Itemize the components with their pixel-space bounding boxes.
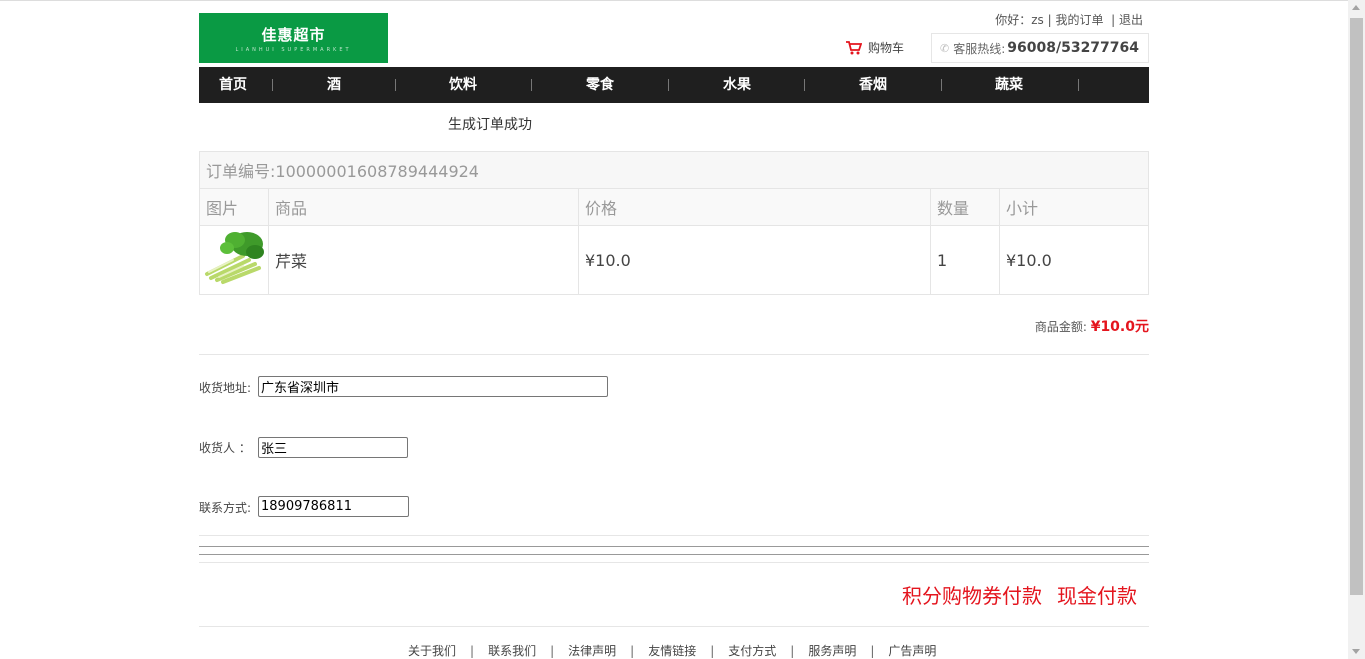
top-border xyxy=(0,0,1365,3)
footer-separator: | xyxy=(790,644,795,658)
nav-separator xyxy=(395,79,396,91)
nav-item-snacks[interactable]: 零食 xyxy=(586,67,614,103)
footer-separator: | xyxy=(710,644,715,658)
nav-item-home[interactable]: 首页 xyxy=(219,67,247,103)
footer-links: 关于我们 | 联系我们 | 法律声明 | 友情链接 | 支付方式 | 服务声明 | 广告声明 xyxy=(408,642,936,659)
username-link[interactable]: zs xyxy=(1031,13,1044,27)
footer-link-ads[interactable]: 广告声明 xyxy=(888,644,936,658)
hotline-label: 客服热线: xyxy=(953,41,1006,56)
contact-label: 联系方式: xyxy=(199,501,252,515)
nav-separator xyxy=(1078,79,1079,91)
footer-link-about[interactable]: 关于我们 xyxy=(408,644,456,658)
site-logo[interactable]: 佳惠超市 LIANHUI SUPERMARKET xyxy=(199,13,388,63)
product-subtotal: ¥10.0 xyxy=(999,225,1149,295)
divider xyxy=(199,562,1149,563)
nav-separator xyxy=(531,79,532,91)
nav-item-liquor[interactable]: 酒 xyxy=(327,67,341,103)
order-table: 订单编号:10000001608789444924 图片 商品 价格 数量 小计 xyxy=(199,151,1149,295)
col-header-price: 价格 xyxy=(578,188,931,226)
footer-separator: | xyxy=(470,644,475,658)
table-header-row: 图片 商品 价格 数量 小计 xyxy=(199,188,1149,226)
separator: | xyxy=(1103,13,1119,27)
footer-link-contact[interactable]: 联系我们 xyxy=(488,644,536,658)
receiver-label: 收货人 ： xyxy=(199,441,251,455)
scroll-up-arrow-icon[interactable] xyxy=(1352,5,1360,10)
footer-link-friends[interactable]: 友情链接 xyxy=(648,644,696,658)
phone-icon: ✆ xyxy=(940,41,950,55)
shopping-cart-icon xyxy=(846,40,862,54)
product-quantity: 1 xyxy=(930,225,1000,295)
hotline-box: ✆ 客服热线: 96008/53277764 xyxy=(931,33,1149,63)
nav-item-fruit[interactable]: 水果 xyxy=(723,67,751,103)
divider xyxy=(199,535,1149,536)
scroll-down-arrow-icon[interactable] xyxy=(1352,649,1360,654)
footer-separator: | xyxy=(550,644,555,658)
logo-subtext: LIANHUI SUPERMARKET xyxy=(235,46,352,53)
cart-link[interactable]: 购物车 xyxy=(845,39,904,56)
cash-pay-button[interactable]: 现金付款 xyxy=(1057,580,1137,609)
nav-separator xyxy=(668,79,669,91)
logout-link[interactable]: 退出 xyxy=(1119,13,1143,27)
order-success-message: 生成订单成功 xyxy=(448,117,532,133)
contact-input[interactable] xyxy=(258,496,409,517)
divider xyxy=(199,354,1149,355)
logo-text: 佳惠超市 xyxy=(261,25,326,44)
nav-separator xyxy=(804,79,805,91)
nav-separator xyxy=(272,79,273,91)
footer-link-legal[interactable]: 法律声明 xyxy=(568,644,616,658)
nav-separator xyxy=(941,79,942,91)
product-image-cell xyxy=(199,225,269,295)
nav-item-cigarettes[interactable]: 香烟 xyxy=(859,67,887,103)
address-label: 收货地址: xyxy=(199,381,252,395)
receiver-input[interactable] xyxy=(258,437,408,458)
order-number: 订单编号:10000001608789444924 xyxy=(199,151,1149,189)
col-header-product: 商品 xyxy=(268,188,579,226)
footer-separator: | xyxy=(870,644,875,658)
divider xyxy=(199,546,1149,547)
footer-link-service[interactable]: 服务声明 xyxy=(808,644,856,658)
cart-label: 购物车 xyxy=(868,41,905,55)
separator: | xyxy=(1043,13,1056,27)
address-input[interactable] xyxy=(258,376,608,397)
divider xyxy=(199,626,1149,627)
order-total: 商品金额: ¥10.0元 xyxy=(1035,316,1149,336)
col-header-quantity: 数量 xyxy=(930,188,1000,226)
product-name[interactable]: 芹菜 xyxy=(268,225,579,295)
greeting-label: 你好： xyxy=(995,13,1032,27)
col-header-image: 图片 xyxy=(199,188,269,226)
celery-image[interactable] xyxy=(203,230,265,286)
scrollbar-thumb[interactable] xyxy=(1350,18,1363,595)
vertical-scrollbar[interactable] xyxy=(1348,0,1365,659)
total-label: 商品金额: xyxy=(1034,320,1087,334)
nav-item-drinks[interactable]: 饮料 xyxy=(449,67,477,103)
product-price: ¥10.0 xyxy=(578,225,931,295)
divider xyxy=(199,554,1149,555)
footer-separator: | xyxy=(630,644,635,658)
col-header-subtotal: 小计 xyxy=(999,188,1149,226)
table-row: 芹菜 ¥10.0 1 ¥10.0 xyxy=(199,225,1149,295)
points-pay-button[interactable]: 积分购物券付款 xyxy=(902,580,1042,609)
footer-link-payment[interactable]: 支付方式 xyxy=(728,644,776,658)
user-links: 你好：zs | 我的订单 | 退出 xyxy=(995,11,1143,28)
nav-item-vegetables[interactable]: 蔬菜 xyxy=(995,67,1023,103)
main-nav: 首页 酒 饮料 零食 水果 香烟 蔬菜 xyxy=(199,67,1149,103)
total-value: ¥10.0元 xyxy=(1090,319,1149,335)
hotline-number: 96008/53277764 xyxy=(1007,40,1140,56)
order-number-row: 订单编号:10000001608789444924 xyxy=(199,151,1149,189)
my-orders-link[interactable]: 我的订单 xyxy=(1055,13,1103,27)
